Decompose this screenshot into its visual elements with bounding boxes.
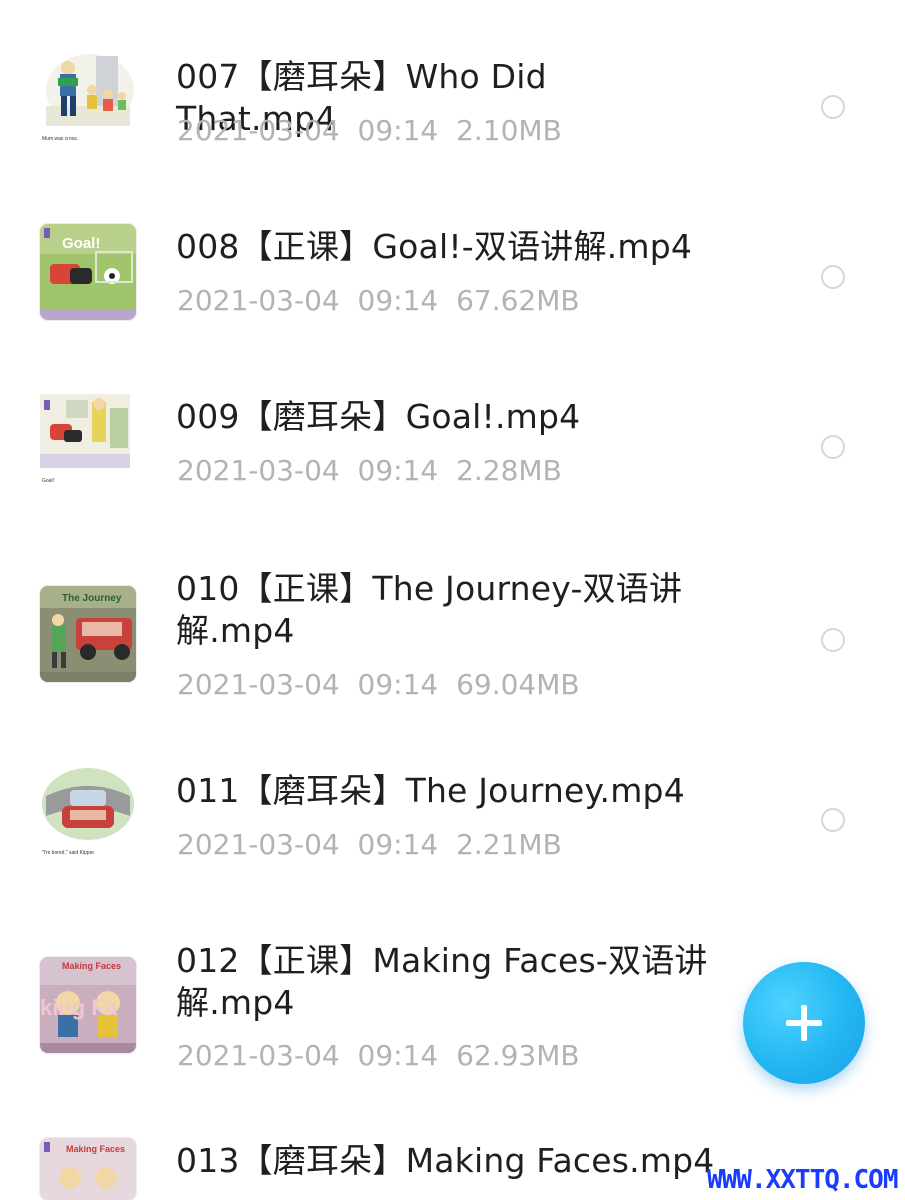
- book-cover-thumbnail-icon: Making Faces king Fa: [40, 957, 136, 1053]
- file-date: 2021-03-04: [177, 1039, 340, 1072]
- book-cover-thumbnail-icon: Goal!: [40, 224, 136, 320]
- book-page-thumbnail-icon: Mum was cross.: [40, 52, 136, 148]
- select-radio[interactable]: [821, 95, 845, 119]
- file-row-008[interactable]: Goal! 008【正课】Goal!-双语讲解.mp4 2021-03-04 0…: [0, 170, 905, 340]
- file-name: 008【正课】Goal!-双语讲解.mp4: [176, 227, 693, 266]
- thumbnail-overlay-text: king Fa: [40, 995, 118, 1020]
- file-name: 012【正课】Making Faces-双语讲解.mp4: [176, 941, 708, 1022]
- file-row-007[interactable]: Mum was cross. 007【磨耳朵】Who Did That.mp4 …: [0, 0, 905, 170]
- file-meta: 2021-03-04 09:14 2.21MB: [177, 828, 562, 862]
- book-page-thumbnail-icon: "I'm bored," said Kipper.: [40, 766, 136, 862]
- file-size: 69.04MB: [456, 668, 580, 701]
- file-name: 013【磨耳朵】Making Faces.mp4: [176, 1141, 715, 1180]
- file-date: 2021-03-04: [177, 454, 340, 487]
- plus-icon: [786, 1005, 822, 1041]
- file-meta: 2021-03-04 09:14 69.04MB: [177, 668, 580, 702]
- book-cover-thumbnail-icon: Making Faces: [40, 1138, 136, 1200]
- file-date: 2021-03-04: [177, 828, 340, 861]
- file-time: 09:14: [357, 828, 439, 861]
- add-button[interactable]: [743, 962, 865, 1084]
- select-radio[interactable]: [821, 435, 845, 459]
- select-radio[interactable]: [821, 808, 845, 832]
- file-name: 010【正课】The Journey-双语讲解.mp4: [176, 569, 683, 650]
- file-name: 009【磨耳朵】Goal!.mp4: [176, 397, 581, 436]
- file-size: 2.10MB: [456, 114, 562, 147]
- thumbnail-title: The Journey: [62, 593, 122, 604]
- file-row-010[interactable]: The Journey 010【正课】The Journey-双语讲解.mp4 …: [0, 510, 905, 730]
- book-page-thumbnail-icon: Goal!: [40, 394, 136, 490]
- file-name: 011【磨耳朵】The Journey.mp4: [176, 771, 685, 810]
- file-time: 09:14: [357, 668, 439, 701]
- watermark-text: WWW.XXTTQ.COM: [707, 1165, 898, 1195]
- file-time: 09:14: [357, 454, 439, 487]
- select-radio[interactable]: [821, 265, 845, 289]
- book-cover-thumbnail-icon: The Journey: [40, 586, 136, 682]
- file-size: 2.28MB: [456, 454, 562, 487]
- file-time: 09:14: [357, 1039, 439, 1072]
- file-size: 62.93MB: [456, 1039, 580, 1072]
- file-meta: 2021-03-04 09:14 62.93MB: [177, 1039, 580, 1073]
- file-meta: 2021-03-04 09:14 67.62MB: [177, 284, 580, 318]
- thumbnail-caption: Goal!: [42, 478, 54, 484]
- thumbnail-caption: "I'm bored," said Kipper.: [42, 850, 95, 856]
- file-row-011[interactable]: "I'm bored," said Kipper. 011【磨耳朵】The Jo…: [0, 730, 905, 930]
- select-radio[interactable]: [821, 628, 845, 652]
- thumbnail-title: Making Faces: [66, 1144, 125, 1154]
- thumbnail-title: Making Faces: [62, 961, 121, 971]
- file-date: 2021-03-04: [177, 284, 340, 317]
- file-time: 09:14: [357, 284, 439, 317]
- file-size: 67.62MB: [456, 284, 580, 317]
- file-meta: 2021-03-04 09:14 2.10MB: [177, 114, 562, 148]
- file-size: 2.21MB: [456, 828, 562, 861]
- file-meta: 2021-03-04 09:14 2.28MB: [177, 454, 562, 488]
- file-time: 09:14: [357, 114, 439, 147]
- file-date: 2021-03-04: [177, 114, 340, 147]
- thumbnail-caption: Mum was cross.: [42, 136, 78, 142]
- file-date: 2021-03-04: [177, 668, 340, 701]
- file-browser-screen: Mum was cross. 007【磨耳朵】Who Did That.mp4 …: [0, 0, 905, 1200]
- file-row-009[interactable]: Goal! 009【磨耳朵】Goal!.mp4 2021-03-04 09:14…: [0, 340, 905, 510]
- thumbnail-title: Goal!: [62, 235, 100, 252]
